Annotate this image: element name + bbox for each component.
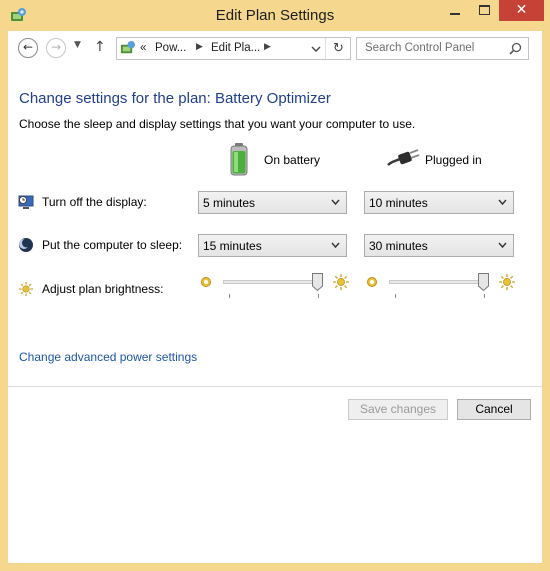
content-area: ← → ▼ ↑ « Pow... ▶ Edit Pla... ▶ ↻ Searc… [8, 31, 542, 563]
save-changes-button[interactable]: Save changes [348, 399, 448, 420]
recent-locations-button[interactable]: ▼ [74, 40, 81, 50]
battery-icon [230, 143, 248, 176]
sleep-label: Put the computer to sleep: [42, 238, 183, 252]
chevron-down-icon [498, 242, 507, 249]
brightness-battery-slider-thumb[interactable] [312, 273, 323, 291]
refresh-button[interactable]: ↻ [325, 38, 351, 59]
address-bar[interactable]: « Pow... ▶ Edit Pla... ▶ ↻ [116, 37, 351, 60]
brightness-battery-slider[interactable] [223, 280, 323, 284]
page-description: Choose the sleep and display settings th… [19, 117, 416, 131]
breadcrumb-separator-icon[interactable]: ▶ [264, 42, 271, 52]
forward-arrow-icon: → [50, 40, 62, 54]
turn-off-display-label: Turn off the display: [42, 195, 147, 209]
chevron-down-icon [498, 199, 507, 206]
brightness-sun-icon [19, 282, 33, 296]
brightness-plugged-slider[interactable] [389, 280, 489, 284]
forward-button[interactable]: → [46, 38, 66, 58]
search-placeholder: Search Control Panel [365, 42, 475, 54]
breadcrumb-item-edit-plan[interactable]: Edit Pla... [211, 42, 260, 54]
sleep-plugged-select[interactable]: 30 minutes [364, 234, 514, 257]
back-arrow-icon: ← [22, 40, 34, 54]
page-title: Change settings for the plan: Battery Op… [19, 90, 331, 107]
slider-tick [484, 294, 485, 298]
search-input[interactable]: Search Control Panel [356, 37, 529, 60]
edit-plan-settings-window: Edit Plan Settings ✕ ← → ▼ ↑ « Pow... ▶ … [0, 0, 550, 571]
back-button[interactable]: ← [18, 38, 38, 58]
up-button[interactable]: ↑ [94, 39, 106, 55]
minimize-button[interactable] [441, 0, 469, 21]
divider [8, 386, 542, 387]
refresh-icon: ↻ [333, 41, 344, 56]
breadcrumb-separator-icon[interactable]: ▶ [196, 42, 203, 52]
plugged-in-header: Plugged in [425, 153, 482, 167]
slider-tick [318, 294, 319, 298]
sleep-battery-value: 15 minutes [203, 239, 262, 253]
brightness-low-icon [201, 277, 211, 287]
display-plugged-select[interactable]: 10 minutes [364, 191, 514, 214]
close-icon: ✕ [515, 2, 528, 18]
display-icon [18, 195, 34, 209]
maximize-button[interactable] [470, 0, 498, 21]
breadcrumb-overflow[interactable]: « [140, 42, 146, 54]
sleep-battery-select[interactable]: 15 minutes [198, 234, 347, 257]
chevron-down-icon: ▼ [74, 40, 81, 50]
slider-tick [229, 294, 230, 298]
chevron-down-icon[interactable] [309, 42, 323, 56]
power-plug-icon [387, 149, 420, 166]
brightness-high-icon [499, 274, 515, 290]
sleep-plugged-value: 30 minutes [369, 239, 428, 253]
display-battery-value: 5 minutes [203, 196, 256, 210]
close-button[interactable]: ✕ [499, 0, 544, 21]
search-icon[interactable] [509, 42, 522, 55]
title-bar[interactable]: Edit Plan Settings ✕ [0, 0, 550, 31]
brightness-plugged-slider-thumb[interactable] [478, 273, 489, 291]
power-options-icon [120, 40, 136, 54]
up-arrow-icon: ↑ [94, 39, 106, 55]
sleep-moon-icon [19, 238, 33, 252]
brightness-high-icon [333, 274, 349, 290]
on-battery-header: On battery [264, 153, 321, 167]
brightness-label: Adjust plan brightness: [42, 282, 164, 296]
slider-tick [395, 294, 396, 298]
brightness-low-icon [367, 277, 377, 287]
chevron-down-icon [331, 199, 340, 206]
chevron-down-icon [331, 242, 340, 249]
display-battery-select[interactable]: 5 minutes [198, 191, 347, 214]
cancel-button[interactable]: Cancel [457, 399, 531, 420]
advanced-power-settings-link[interactable]: Change advanced power settings [19, 350, 197, 364]
display-plugged-value: 10 minutes [369, 196, 428, 210]
breadcrumb-item-power[interactable]: Pow... [155, 42, 186, 54]
